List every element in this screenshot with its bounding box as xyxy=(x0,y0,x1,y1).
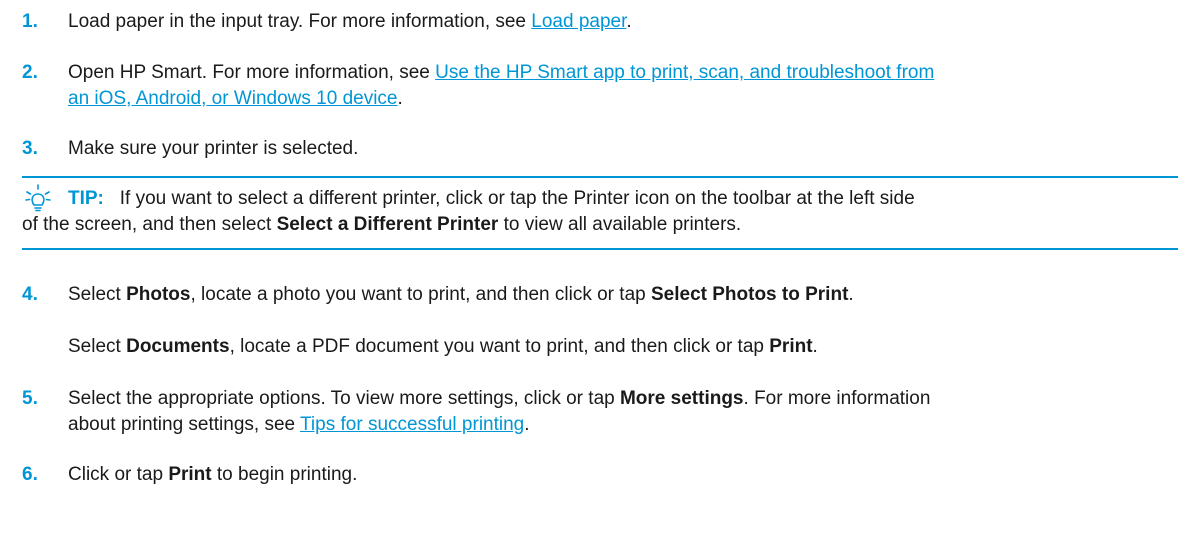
instructions-page: 1. Load paper in the input tray. For mor… xyxy=(0,0,1198,534)
hp-smart-app-link-line2[interactable]: an iOS, Android, or Windows 10 device xyxy=(68,88,398,109)
step-number: 4. xyxy=(22,284,38,305)
text-part: about printing settings, see xyxy=(68,414,301,435)
step-2-period: . xyxy=(397,88,403,109)
text-part: . xyxy=(812,336,818,357)
load-paper-link[interactable]: Load paper xyxy=(531,11,626,32)
step-number: 2. xyxy=(22,62,38,83)
step-5-text: Select the appropriate options. To view … xyxy=(68,386,1178,412)
bold-term: Documents xyxy=(126,336,230,357)
step-number: 1. xyxy=(22,11,38,32)
step-number: 3. xyxy=(22,138,38,159)
tip-line2-part: of the screen, and then select xyxy=(22,214,277,235)
step-number: 6. xyxy=(22,464,38,485)
text-part: Select the appropriate options. To view … xyxy=(68,388,620,409)
step-2-text-part: Open HP Smart. For more information, see xyxy=(68,62,436,83)
bold-term: Print xyxy=(168,464,212,485)
tip-label: TIP: xyxy=(68,188,104,209)
step-1-text-part: Load paper in the input tray. For more i… xyxy=(68,11,532,32)
tip-bottom-rule xyxy=(22,248,1178,250)
text-part: . xyxy=(848,284,854,305)
tip-text-line2: of the screen, and then select Select a … xyxy=(22,212,1132,238)
lightbulb-icon xyxy=(25,184,51,212)
text-part: , locate a PDF document you want to prin… xyxy=(229,336,770,357)
tip-line2-part: to view all available printers. xyxy=(498,214,742,235)
hp-smart-app-link-line1[interactable]: Use the HP Smart app to print, scan, and… xyxy=(435,62,934,83)
step-1-period: . xyxy=(626,11,632,32)
tip-line1: If you want to select a different printe… xyxy=(119,188,915,209)
text-part: Select xyxy=(68,336,127,357)
text-part: , locate a photo you want to print, and … xyxy=(190,284,651,305)
tip-top-rule xyxy=(22,176,1178,178)
tip-text-line1: TIP: If you want to select a different p… xyxy=(68,186,1178,212)
step-1-text: Load paper in the input tray. For more i… xyxy=(68,9,1178,35)
step-4-text-para2: Select Documents, locate a PDF document … xyxy=(68,334,1178,360)
tips-successful-printing-link[interactable]: Tips for successful printing xyxy=(300,414,524,435)
text-part: Click or tap xyxy=(68,464,169,485)
text-part: Select xyxy=(68,284,127,305)
step-2-text: Open HP Smart. For more information, see… xyxy=(68,60,1178,86)
step-5-text-line2: about printing settings, see Tips for su… xyxy=(68,412,1178,438)
step-number: 5. xyxy=(22,388,38,409)
bold-term: Select Photos to Print xyxy=(650,284,849,305)
text-part: to begin printing. xyxy=(211,464,358,485)
text-part: . For more information xyxy=(743,388,931,409)
step-6-text: Click or tap Print to begin printing. xyxy=(68,462,1178,488)
step-2-text-line2: an iOS, Android, or Windows 10 device. xyxy=(68,86,1178,112)
step-3-text: Make sure your printer is selected. xyxy=(68,138,359,159)
tip-line2-bold: Select a Different Printer xyxy=(276,214,499,235)
text-part: . xyxy=(524,414,530,435)
bold-term: More settings xyxy=(619,388,744,409)
bold-term: Print xyxy=(769,336,813,357)
step-4-text: Select Photos, locate a photo you want t… xyxy=(68,282,1178,308)
bold-term: Photos xyxy=(126,284,191,305)
